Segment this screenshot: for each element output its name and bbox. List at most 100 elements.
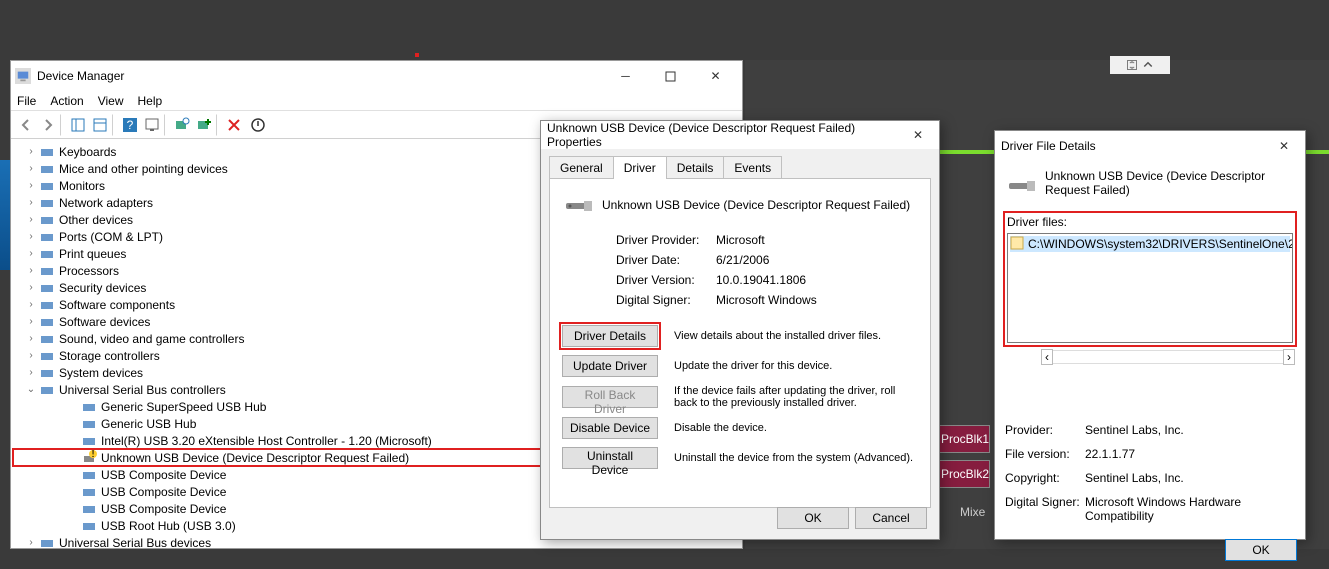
tab-details[interactable]: Details bbox=[666, 156, 725, 179]
category-icon bbox=[39, 535, 55, 549]
close-button[interactable]: ✕ bbox=[693, 62, 738, 90]
signer-key: Digital Signer: bbox=[1005, 495, 1085, 523]
menu-help[interactable]: Help bbox=[138, 94, 163, 108]
update-driver-button[interactable]: Update Driver bbox=[562, 355, 658, 377]
category-label: Universal Serial Bus controllers bbox=[59, 383, 226, 397]
category-icon bbox=[39, 365, 55, 381]
category-label: Network adapters bbox=[59, 196, 153, 210]
expand-toggle-icon[interactable]: › bbox=[23, 333, 39, 344]
device-label: Generic SuperSpeed USB Hub bbox=[101, 400, 266, 414]
copyright-key: Copyright: bbox=[1005, 471, 1085, 485]
category-label: Other devices bbox=[59, 213, 133, 227]
mixer-label: Mixe bbox=[960, 505, 985, 519]
driver-files-list[interactable]: C:\WINDOWS\system32\DRIVERS\SentinelOne\… bbox=[1007, 233, 1293, 343]
menu-view[interactable]: View bbox=[98, 94, 124, 108]
category-icon bbox=[39, 297, 55, 313]
category-label: Storage controllers bbox=[59, 349, 160, 363]
scan-hardware-button[interactable] bbox=[171, 114, 193, 136]
category-icon bbox=[39, 246, 55, 262]
expand-toggle-icon[interactable]: › bbox=[23, 180, 39, 191]
expand-toggle-icon[interactable]: › bbox=[23, 231, 39, 242]
expand-toggle-icon[interactable]: ⌄ bbox=[23, 384, 39, 395]
expand-toggle-icon[interactable]: › bbox=[23, 537, 39, 548]
expand-toggle-icon[interactable]: › bbox=[23, 350, 39, 361]
dialog-titlebar[interactable]: Unknown USB Device (Device Descriptor Re… bbox=[541, 121, 939, 149]
file-path: C:\WINDOWS\system32\DRIVERS\SentinelOne\… bbox=[1028, 237, 1293, 251]
category-icon bbox=[39, 195, 55, 211]
category-icon bbox=[39, 212, 55, 228]
maximize-button[interactable] bbox=[648, 62, 693, 90]
category-icon bbox=[39, 229, 55, 245]
category-icon bbox=[39, 280, 55, 296]
menu-action[interactable]: Action bbox=[50, 94, 83, 108]
device-label: USB Composite Device bbox=[101, 485, 226, 499]
uninstall-device-button[interactable]: Uninstall Device bbox=[562, 447, 658, 469]
add-hardware-button[interactable] bbox=[195, 114, 217, 136]
titlebar[interactable]: Device Manager ─ ✕ bbox=[11, 61, 742, 91]
expand-toggle-icon[interactable]: › bbox=[23, 265, 39, 276]
driver-details-desc: View details about the installed driver … bbox=[674, 330, 918, 342]
device-label: USB Composite Device bbox=[101, 468, 226, 482]
file-icon bbox=[1010, 236, 1024, 253]
device-icon bbox=[81, 399, 97, 415]
category-icon bbox=[39, 144, 55, 160]
svg-text:!: ! bbox=[91, 450, 94, 460]
update-driver-desc: Update the driver for this device. bbox=[674, 360, 918, 372]
uninstall-button[interactable] bbox=[223, 114, 245, 136]
expand-toggle-icon[interactable]: › bbox=[23, 282, 39, 293]
category-label: Keyboards bbox=[59, 145, 116, 159]
driver-details-button[interactable]: Driver Details bbox=[562, 325, 658, 347]
category-icon bbox=[39, 161, 55, 177]
block-label: ProcBlk2 bbox=[941, 467, 989, 481]
menubar: File Action View Help bbox=[11, 91, 742, 111]
ok-button[interactable]: OK bbox=[777, 507, 849, 529]
disable-device-button[interactable]: Disable Device bbox=[562, 417, 658, 439]
cancel-button[interactable]: Cancel bbox=[855, 507, 927, 529]
category-icon bbox=[39, 331, 55, 347]
scroll-left-icon[interactable]: ‹ bbox=[1041, 349, 1053, 365]
dialog-close-button[interactable]: ✕ bbox=[1269, 132, 1299, 160]
category-label: System devices bbox=[59, 366, 143, 380]
menu-file[interactable]: File bbox=[17, 94, 36, 108]
disable-button[interactable] bbox=[247, 114, 269, 136]
device-icon bbox=[81, 467, 97, 483]
expand-toggle-icon[interactable]: › bbox=[23, 299, 39, 310]
dialog-close-button[interactable]: ✕ bbox=[903, 121, 933, 149]
category-label: Software devices bbox=[59, 315, 150, 329]
expand-icon bbox=[1126, 59, 1138, 71]
ok-button[interactable]: OK bbox=[1225, 539, 1297, 561]
device-properties-dialog: Unknown USB Device (Device Descriptor Re… bbox=[540, 120, 940, 540]
file-properties: Provider: Sentinel Labs, Inc. File versi… bbox=[1005, 423, 1295, 523]
usb-device-icon bbox=[562, 189, 594, 221]
expand-toggle-icon[interactable]: › bbox=[23, 163, 39, 174]
expand-toggle-icon[interactable]: › bbox=[23, 197, 39, 208]
tab-general[interactable]: General bbox=[549, 156, 614, 179]
tabs: General Driver Details Events bbox=[541, 149, 939, 178]
category-label: Ports (COM & LPT) bbox=[59, 230, 163, 244]
background-toolbar[interactable] bbox=[1110, 56, 1170, 74]
rollback-driver-button: Roll Back Driver bbox=[562, 386, 658, 408]
device-icon bbox=[81, 433, 97, 449]
category-label: Software components bbox=[59, 298, 175, 312]
provider-value: Sentinel Labs, Inc. bbox=[1085, 423, 1295, 437]
tab-driver[interactable]: Driver bbox=[613, 156, 667, 179]
properties-button[interactable] bbox=[91, 114, 113, 136]
help-button[interactable]: ? bbox=[119, 114, 141, 136]
expand-toggle-icon[interactable]: › bbox=[23, 367, 39, 378]
refresh-button[interactable] bbox=[143, 114, 165, 136]
category-icon bbox=[39, 178, 55, 194]
expand-toggle-icon[interactable]: › bbox=[23, 214, 39, 225]
provider-key: Provider: bbox=[1005, 423, 1085, 437]
tab-events[interactable]: Events bbox=[723, 156, 782, 179]
show-hide-tree-button[interactable] bbox=[67, 114, 89, 136]
forward-button[interactable] bbox=[39, 114, 61, 136]
minimize-button[interactable]: ─ bbox=[603, 62, 648, 90]
dialog-titlebar[interactable]: Driver File Details ✕ bbox=[995, 131, 1305, 161]
device-label: Unknown USB Device (Device Descriptor Re… bbox=[101, 451, 409, 465]
list-item[interactable]: C:\WINDOWS\system32\DRIVERS\SentinelOne\… bbox=[1010, 236, 1290, 252]
scroll-right-icon[interactable]: › bbox=[1283, 349, 1295, 365]
expand-toggle-icon[interactable]: › bbox=[23, 146, 39, 157]
expand-toggle-icon[interactable]: › bbox=[23, 316, 39, 327]
expand-toggle-icon[interactable]: › bbox=[23, 248, 39, 259]
back-button[interactable] bbox=[15, 114, 37, 136]
